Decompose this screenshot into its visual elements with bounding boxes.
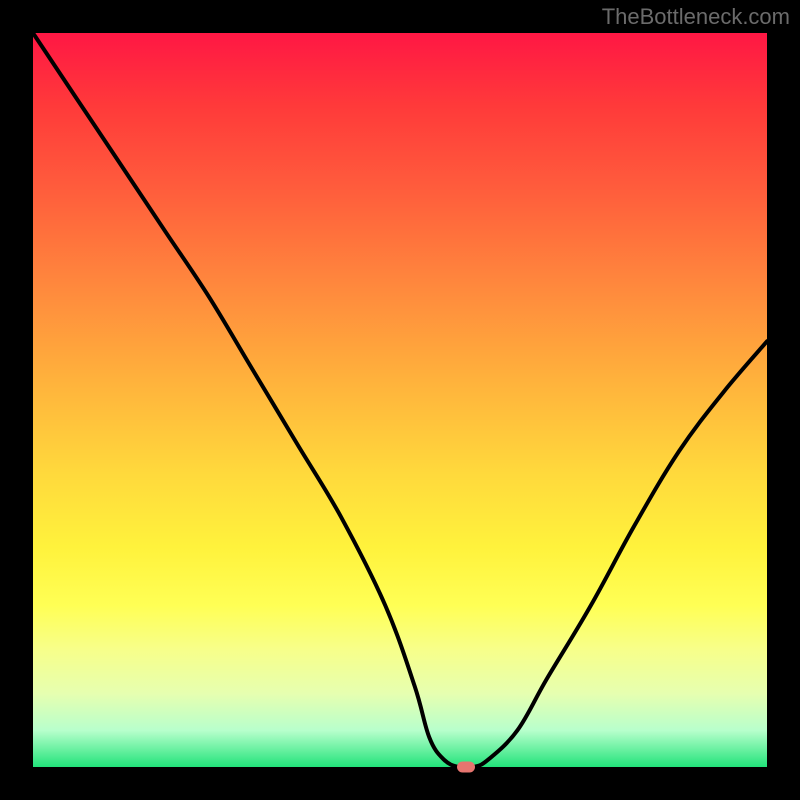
bottleneck-curve	[33, 33, 767, 767]
chart-container: TheBottleneck.com	[0, 0, 800, 800]
watermark-text: TheBottleneck.com	[602, 4, 790, 30]
optimal-point-marker	[457, 762, 475, 773]
curve-svg	[33, 33, 767, 767]
plot-area	[33, 33, 767, 767]
